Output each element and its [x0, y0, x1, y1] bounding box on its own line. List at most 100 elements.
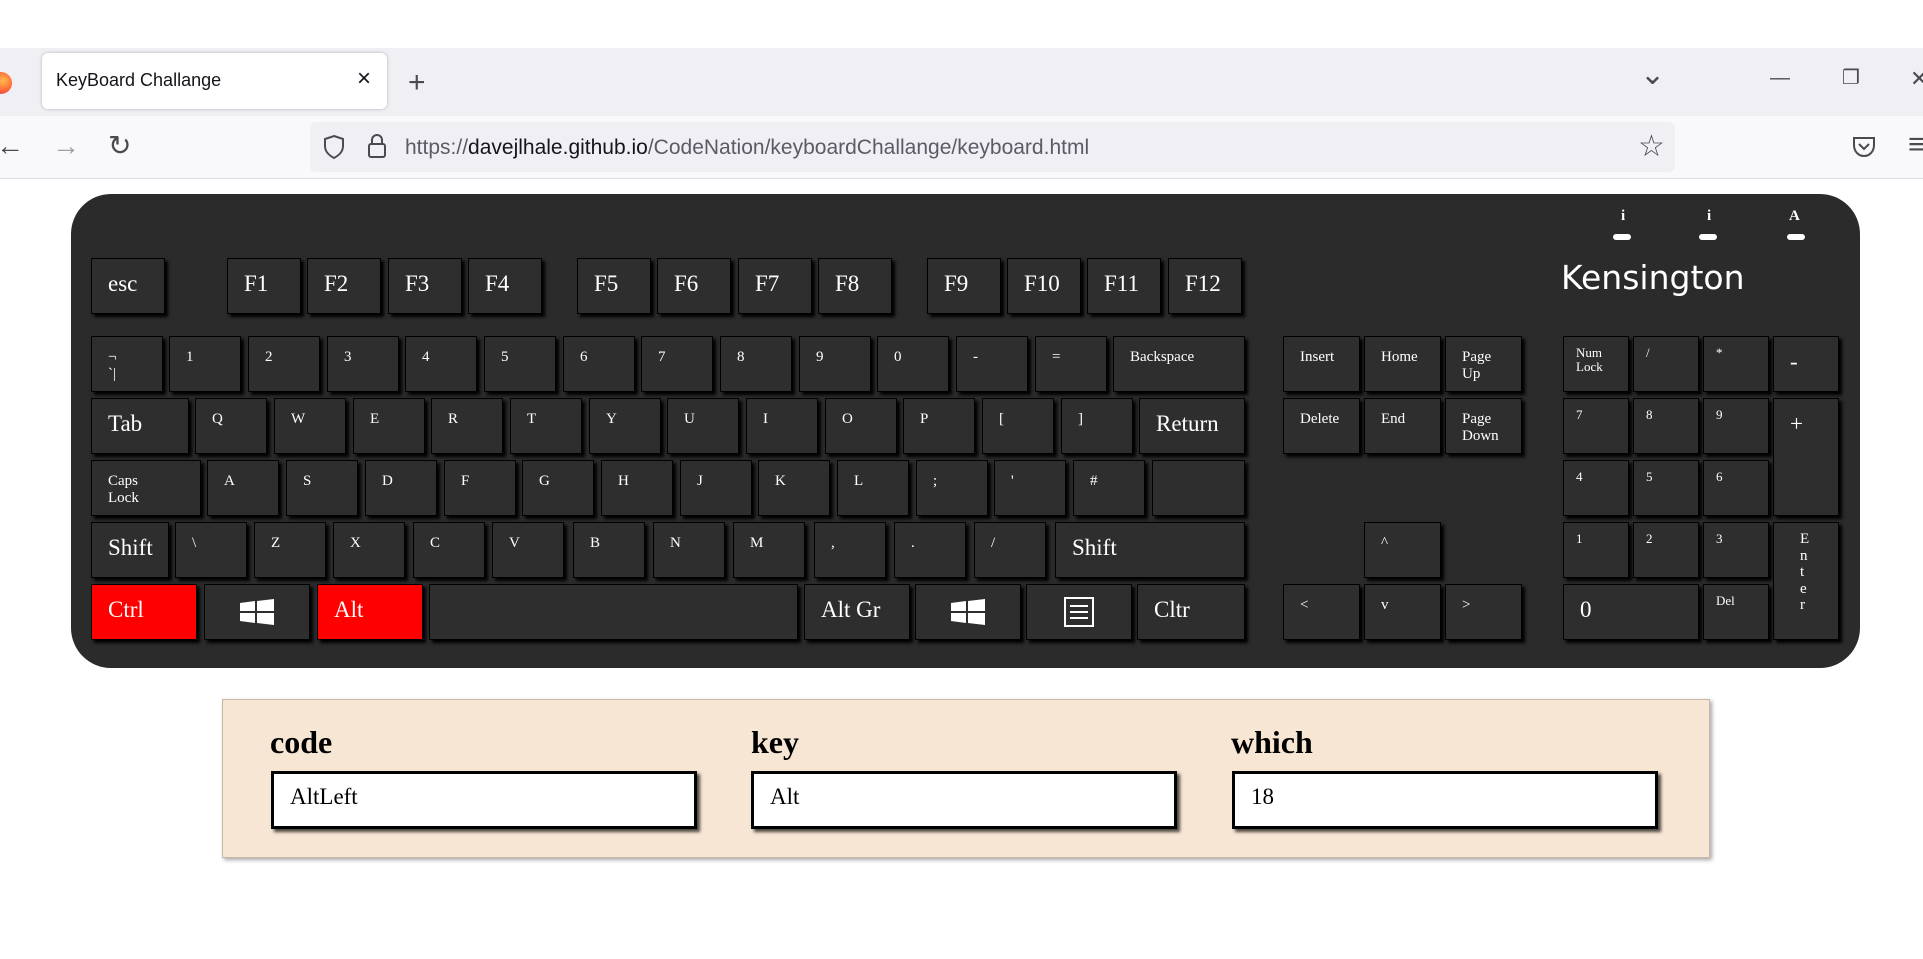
forward-icon[interactable]: → — [52, 132, 80, 160]
key-arrowright[interactable]: > — [1445, 584, 1522, 640]
key-digit5[interactable]: 5 — [484, 336, 556, 392]
key-num1[interactable]: 1 — [1563, 522, 1629, 578]
key-k[interactable]: K — [758, 460, 830, 516]
key-num0[interactable]: 0 — [1563, 584, 1699, 640]
key-minus[interactable]: - — [956, 336, 1028, 392]
key-f8[interactable]: F8 — [818, 258, 892, 314]
key-f[interactable]: F — [444, 460, 516, 516]
key-ctrlright[interactable]: Cltr — [1137, 584, 1245, 640]
key-delete[interactable]: Delete — [1283, 398, 1360, 454]
key-hash[interactable]: # — [1073, 460, 1145, 516]
key-metaright[interactable] — [915, 584, 1021, 640]
key-n[interactable]: N — [653, 522, 725, 578]
key-digit8[interactable]: 8 — [720, 336, 792, 392]
key-y[interactable]: Y — [589, 398, 661, 454]
key-f2[interactable]: F2 — [307, 258, 381, 314]
key-ctrlleft[interactable]: Ctrl — [91, 584, 197, 640]
key-nummultiply[interactable]: * — [1703, 336, 1769, 392]
close-window-icon[interactable]: ✕ — [1910, 68, 1923, 90]
key-quote[interactable]: ' — [994, 460, 1066, 516]
bookmark-star-icon[interactable]: ☆ — [1638, 132, 1665, 162]
key-backspace[interactable]: Backspace — [1113, 336, 1245, 392]
key-enter-lower[interactable] — [1152, 460, 1245, 516]
key-f5[interactable]: F5 — [577, 258, 651, 314]
key-m[interactable]: M — [733, 522, 805, 578]
new-tab-icon[interactable]: + — [408, 68, 426, 98]
key-v[interactable]: V — [492, 522, 564, 578]
url-bar[interactable]: https://davejlhale.github.io/CodeNation/… — [310, 122, 1675, 172]
key-pageup[interactable]: Page Up — [1445, 336, 1522, 392]
key-space[interactable] — [429, 584, 798, 640]
key-t[interactable]: T — [510, 398, 582, 454]
list-all-tabs-icon[interactable]: ⌄ — [1640, 60, 1665, 90]
key-num4[interactable]: 4 — [1563, 460, 1629, 516]
key-r[interactable]: R — [431, 398, 503, 454]
key-j[interactable]: J — [680, 460, 752, 516]
key-w[interactable]: W — [274, 398, 346, 454]
key-f1[interactable]: F1 — [227, 258, 301, 314]
key-field[interactable]: Alt — [751, 771, 1177, 829]
key-b[interactable]: B — [573, 522, 645, 578]
key-arrowdown[interactable]: v — [1364, 584, 1441, 640]
key-digit2[interactable]: 2 — [248, 336, 320, 392]
key-a[interactable]: A — [207, 460, 279, 516]
shield-icon[interactable] — [322, 134, 346, 160]
key-capslock[interactable]: Caps Lock — [91, 460, 201, 516]
key-equal[interactable]: = — [1035, 336, 1107, 392]
key-num2[interactable]: 2 — [1633, 522, 1699, 578]
key-digit1[interactable]: 1 — [169, 336, 241, 392]
key-num6[interactable]: 6 — [1703, 460, 1769, 516]
url-text[interactable]: https://davejlhale.github.io/CodeNation/… — [405, 136, 1089, 160]
back-icon[interactable]: ← — [0, 132, 24, 160]
key-tab[interactable]: Tab — [91, 398, 189, 454]
key-backquote[interactable]: ¬ `| — [91, 336, 163, 392]
key-numdivide[interactable]: / — [1633, 336, 1699, 392]
key-h[interactable]: H — [601, 460, 673, 516]
key-period[interactable]: . — [894, 522, 966, 578]
key-backslash[interactable]: \ — [175, 522, 247, 578]
key-arrowup[interactable]: ^ — [1364, 522, 1441, 578]
key-shiftright[interactable]: Shift — [1055, 522, 1245, 578]
key-q[interactable]: Q — [195, 398, 267, 454]
key-esc[interactable]: esc — [91, 258, 165, 314]
key-f7[interactable]: F7 — [738, 258, 812, 314]
key-digit6[interactable]: 6 — [563, 336, 635, 392]
which-field[interactable]: 18 — [1232, 771, 1658, 829]
key-num8[interactable]: 8 — [1633, 398, 1699, 454]
key-numdecimal[interactable]: Del — [1703, 584, 1769, 640]
key-num5[interactable]: 5 — [1633, 460, 1699, 516]
pocket-icon[interactable] — [1851, 135, 1877, 159]
key-f12[interactable]: F12 — [1168, 258, 1242, 314]
key-metaleft[interactable] — [204, 584, 310, 640]
reload-icon[interactable]: ↻ — [108, 132, 131, 160]
key-x[interactable]: X — [333, 522, 405, 578]
key-digit9[interactable]: 9 — [799, 336, 871, 392]
key-arrowleft[interactable]: < — [1283, 584, 1360, 640]
key-insert[interactable]: Insert — [1283, 336, 1360, 392]
key-i[interactable]: I — [746, 398, 818, 454]
key-s[interactable]: S — [286, 460, 358, 516]
key-numadd[interactable]: + — [1773, 398, 1839, 516]
key-altleft[interactable]: Alt — [317, 584, 423, 640]
key-f9[interactable]: F9 — [927, 258, 1001, 314]
key-digit7[interactable]: 7 — [641, 336, 713, 392]
key-numsubtract[interactable]: - — [1773, 336, 1839, 392]
key-f4[interactable]: F4 — [468, 258, 542, 314]
key-digit0[interactable]: 0 — [877, 336, 949, 392]
key-end[interactable]: End — [1364, 398, 1441, 454]
key-bracketleft[interactable]: [ — [982, 398, 1054, 454]
key-f11[interactable]: F11 — [1087, 258, 1161, 314]
menu-icon[interactable]: ≡ — [1908, 130, 1923, 160]
key-semicolon[interactable]: ; — [916, 460, 988, 516]
key-num7[interactable]: 7 — [1563, 398, 1629, 454]
key-o[interactable]: O — [825, 398, 897, 454]
key-d[interactable]: D — [365, 460, 437, 516]
key-home[interactable]: Home — [1364, 336, 1441, 392]
key-z[interactable]: Z — [254, 522, 326, 578]
lock-icon[interactable] — [366, 133, 388, 159]
key-u[interactable]: U — [667, 398, 739, 454]
key-comma[interactable]: , — [814, 522, 886, 578]
restore-icon[interactable]: ❐ — [1842, 68, 1860, 88]
key-altgr[interactable]: Alt Gr — [804, 584, 910, 640]
key-f3[interactable]: F3 — [388, 258, 462, 314]
